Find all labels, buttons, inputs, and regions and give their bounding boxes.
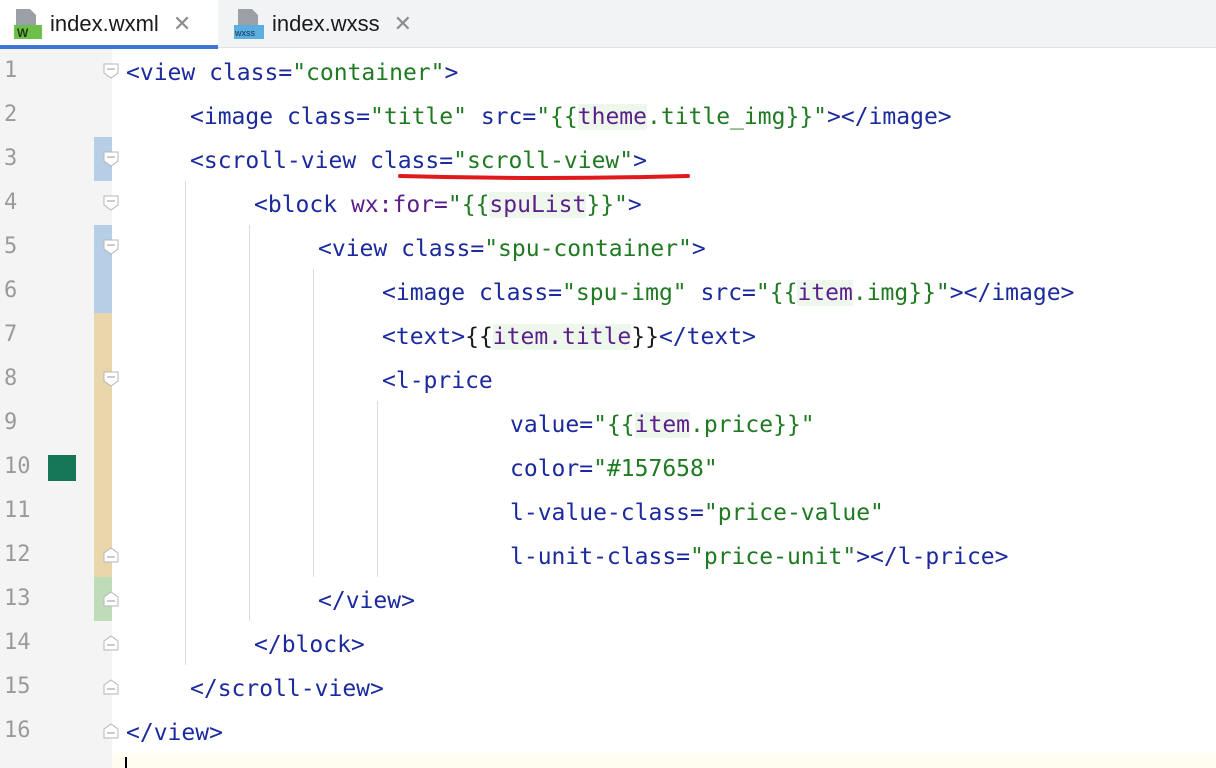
code-line[interactable]: <image class="spu-img" src="{{item.img}}… (382, 271, 1074, 315)
code-line[interactable]: </block> (254, 623, 365, 667)
fold-open-icon[interactable] (102, 194, 120, 212)
line-number: 10 (4, 454, 31, 479)
code-line[interactable]: l-unit-class="price-unit"></l-price> (510, 535, 1009, 579)
fold-open-icon[interactable] (102, 62, 120, 80)
code-line[interactable]: <l-price (382, 359, 493, 403)
indent-guide (249, 225, 250, 621)
editor-tab-bar: W index.wxml ✕ wxss index.wxss ✕ (0, 0, 1216, 49)
line-number: 14 (4, 630, 31, 655)
highlight-underline (398, 174, 690, 180)
wxss-file-icon: wxss (234, 7, 264, 41)
color-swatch-icon[interactable] (48, 455, 76, 481)
fold-open-icon[interactable] (102, 150, 120, 168)
indent-guide (185, 181, 186, 665)
line-number: 7 (4, 322, 18, 347)
code-editor[interactable]: 1 2 3 4 5 6 7 8 9 10 11 12 13 14 15 16 <… (0, 49, 1216, 768)
fold-close-icon[interactable] (102, 722, 120, 740)
indent-guide (313, 269, 314, 577)
line-number: 16 (4, 718, 31, 743)
fold-close-icon[interactable] (102, 546, 120, 564)
line-number: 6 (4, 278, 18, 303)
code-line[interactable]: <image class="title" src="{{theme.title_… (190, 95, 952, 139)
code-line[interactable]: <text>{{item.title}}</text> (382, 315, 756, 359)
tab-label: index.wxss (272, 11, 380, 36)
tab-index-wxss[interactable]: wxss index.wxss ✕ (222, 0, 432, 48)
wxml-file-icon: W (12, 7, 42, 41)
tab-index-wxml[interactable]: W index.wxml ✕ (0, 0, 218, 49)
vcs-changed-marker (94, 313, 112, 577)
line-number: 11 (4, 498, 31, 523)
code-line[interactable]: </view> (318, 579, 415, 623)
line-number: 3 (4, 146, 18, 171)
code-line[interactable]: color="#157658" (510, 447, 718, 491)
text-caret (125, 757, 127, 768)
current-line-highlight (112, 753, 1216, 768)
code-line[interactable]: l-value-class="price-value" (510, 491, 884, 535)
close-icon[interactable]: ✕ (173, 12, 191, 37)
indent-guide (377, 401, 378, 577)
code-line[interactable]: <view class="spu-container"> (318, 227, 706, 271)
tab-label: index.wxml (50, 11, 159, 36)
code-line[interactable]: <block wx:for="{{spuList}}"> (254, 183, 642, 227)
line-number: 13 (4, 586, 31, 611)
line-number: 5 (4, 234, 18, 259)
line-number: 12 (4, 542, 31, 567)
fold-close-icon[interactable] (102, 678, 120, 696)
line-number: 15 (4, 674, 31, 699)
line-number: 2 (4, 102, 18, 127)
close-icon[interactable]: ✕ (394, 12, 412, 37)
line-number: 9 (4, 410, 18, 435)
code-line[interactable]: <view class="container"> (126, 51, 458, 95)
code-line[interactable]: </scroll-view> (190, 667, 384, 711)
fold-close-icon[interactable] (102, 634, 120, 652)
line-number: 4 (4, 190, 18, 215)
code-line[interactable]: </view> (126, 711, 223, 755)
svg-text:W: W (17, 26, 29, 40)
fold-open-icon[interactable] (102, 238, 120, 256)
line-number: 8 (4, 366, 18, 391)
fold-open-icon[interactable] (102, 370, 120, 388)
fold-close-icon[interactable] (102, 590, 120, 608)
code-line[interactable]: value="{{item.price}}" (510, 403, 815, 447)
svg-text:wxss: wxss (234, 28, 255, 38)
line-number: 1 (4, 58, 18, 83)
